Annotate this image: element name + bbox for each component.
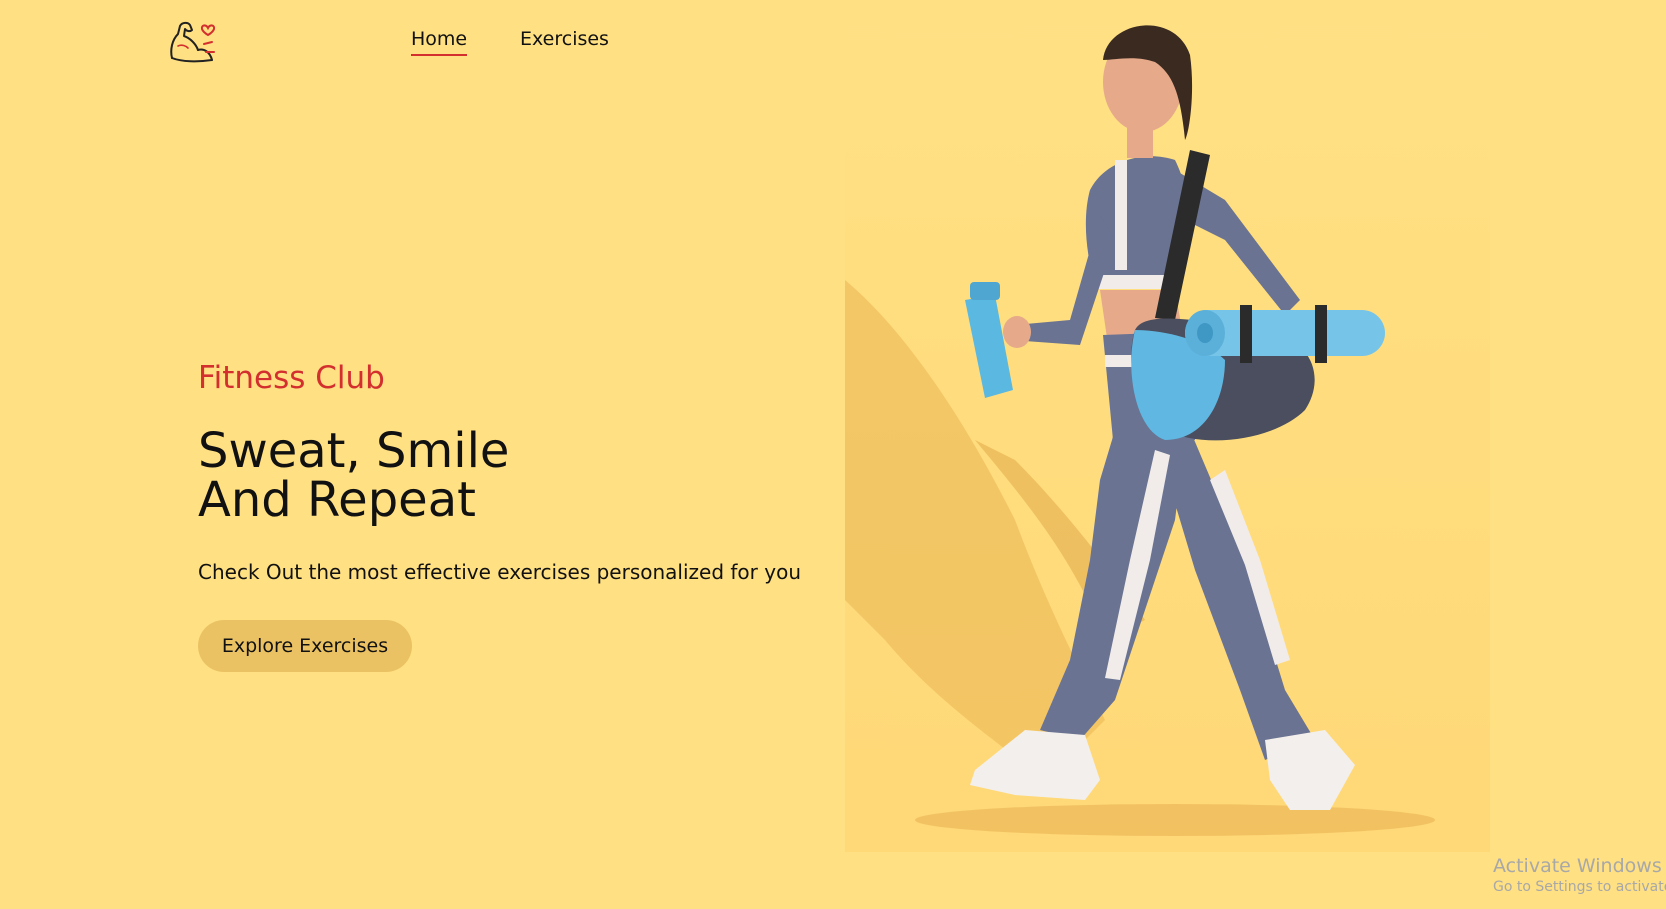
watermark-subtitle: Go to Settings to activate — [1493, 879, 1666, 895]
watermark-title: Activate Windows — [1493, 855, 1662, 877]
hero-title: Sweat, Smile And Repeat — [198, 427, 509, 525]
woman-walking-with-gym-bag-image — [845, 25, 1435, 836]
hero-image — [845, 0, 1490, 852]
logo-icon[interactable] — [168, 16, 222, 64]
explore-exercises-button[interactable]: Explore Exercises — [198, 620, 412, 672]
hero-title-line-1: Sweat, Smile — [198, 423, 510, 479]
hero-subtitle: Check Out the most effective exercises p… — [198, 560, 801, 584]
hero-eyebrow: Fitness Club — [198, 360, 385, 396]
activate-windows-watermark: Activate Windows Go to Settings to activ… — [1493, 854, 1666, 896]
nav-exercises-link[interactable]: Exercises — [520, 28, 609, 54]
nav-home-link[interactable]: Home — [411, 28, 468, 56]
hero-title-line-2: And Repeat — [198, 472, 476, 528]
